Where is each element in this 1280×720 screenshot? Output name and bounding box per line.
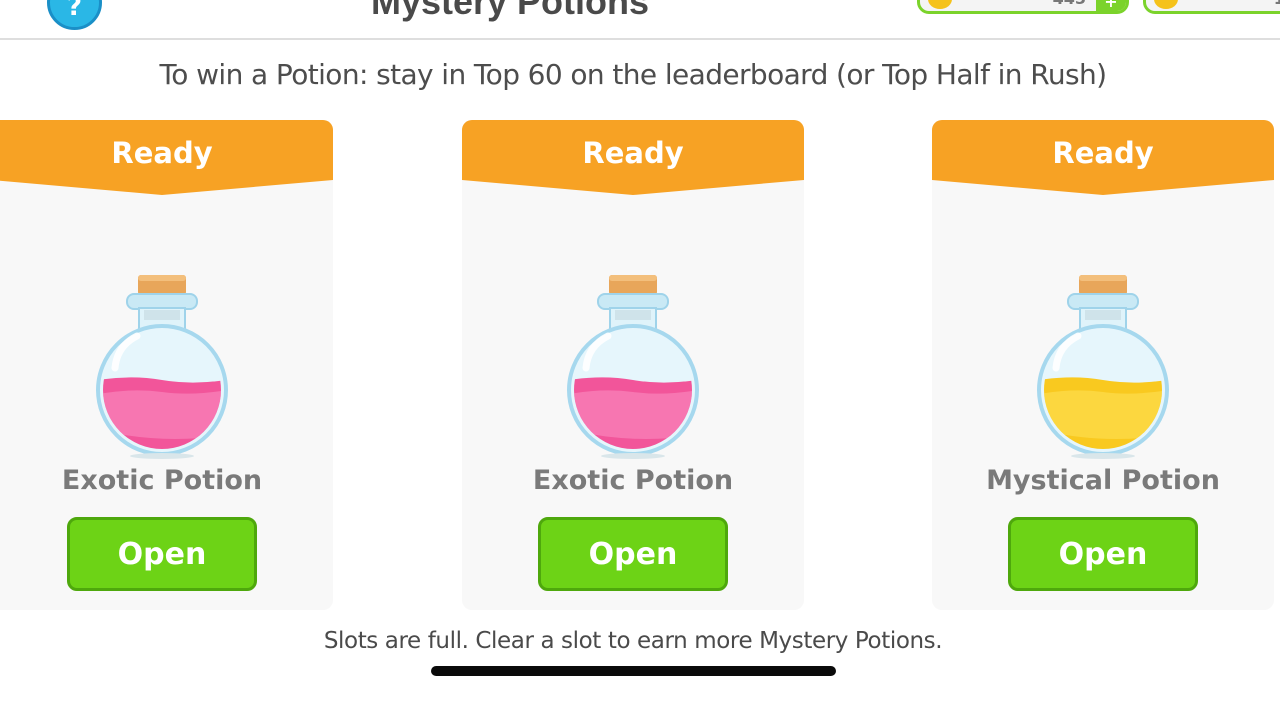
potion-slot-2: Ready Exotic Potion Open (462, 120, 804, 610)
potion-name: Exotic Potion (61, 465, 263, 496)
win-instructions: To win a Potion: stay in Top 60 on the l… (159, 58, 1108, 91)
lives-counter: 14 (1143, 0, 1280, 14)
smiley-icon (1154, 0, 1178, 9)
open-button[interactable]: Open (1008, 517, 1198, 591)
slot-status: Ready (1052, 136, 1154, 170)
open-button[interactable]: Open (538, 517, 728, 591)
lives-value: 14 (1274, 0, 1280, 8)
slot-status: Ready (582, 136, 684, 170)
potion-bottle-icon (558, 270, 708, 460)
slot-status: Ready (111, 136, 213, 170)
potion-name: Exotic Potion (532, 465, 734, 496)
home-indicator[interactable] (431, 666, 836, 676)
potion-slot-1: Ready Exotic Potion Open (0, 120, 333, 610)
potion-name: Mystical Potion (986, 465, 1220, 496)
top-bar: ? Mystery Potions 445 + 14 (0, 0, 1280, 40)
page-title: Mystery Potions (370, 0, 650, 22)
help-button[interactable]: ? (47, 0, 102, 30)
coin-icon (928, 0, 952, 9)
question-icon: ? (66, 0, 83, 22)
add-coins-button[interactable]: + (1096, 0, 1126, 11)
open-button[interactable]: Open (67, 517, 257, 591)
coins-counter: 445 + (917, 0, 1129, 14)
potion-bottle-icon (87, 270, 237, 460)
slots-full-note: Slots are full. Clear a slot to earn mor… (323, 628, 943, 654)
potion-slot-3: Ready Mystical Potion Open (932, 120, 1274, 610)
potion-bottle-icon (1028, 270, 1178, 460)
coins-value: 445 (1053, 0, 1086, 8)
